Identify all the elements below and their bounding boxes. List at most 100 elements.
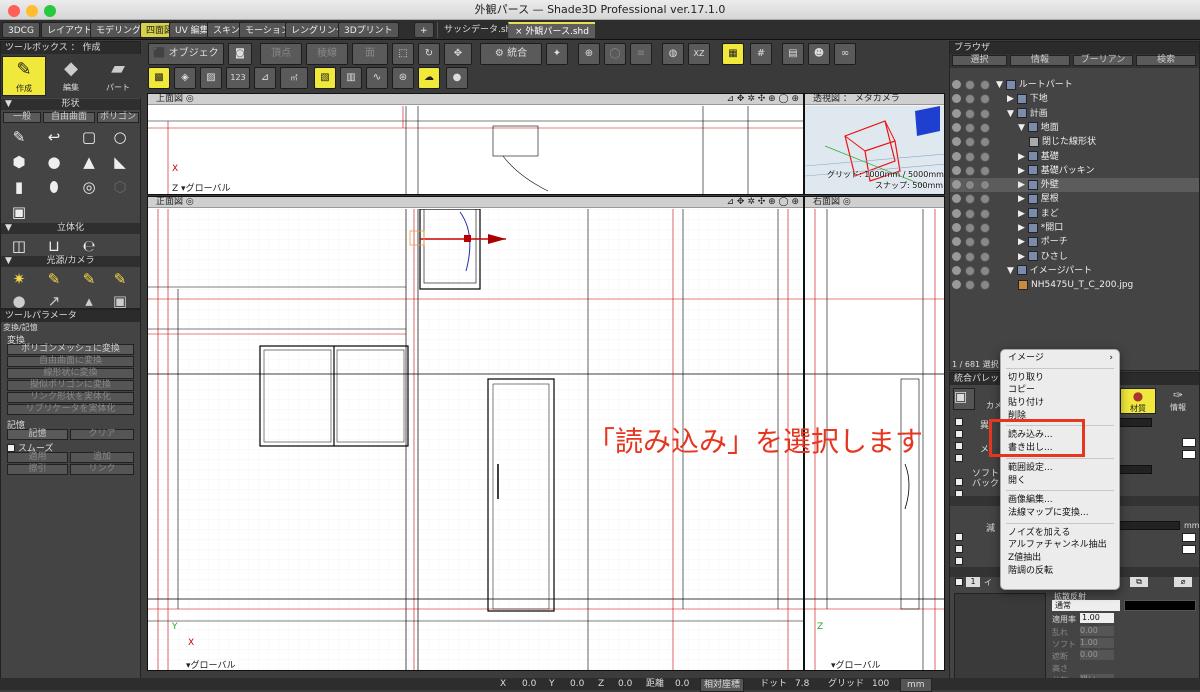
menu-item[interactable]: 画像編集... xyxy=(1001,494,1119,507)
no-image-icon[interactable]: ⌀ xyxy=(1174,577,1192,587)
layer-checkbox[interactable] xyxy=(955,578,963,586)
disclosure-icon[interactable]: ▶ xyxy=(1018,152,1028,162)
link-button[interactable]: リンク xyxy=(70,464,134,475)
wire-button[interactable]: ▩ xyxy=(148,67,170,89)
blend-color-swatch[interactable] xyxy=(1124,600,1196,611)
render-button[interactable]: ◍ xyxy=(662,43,684,65)
color-swatch-2[interactable] xyxy=(1182,450,1196,459)
visibility-icon[interactable] xyxy=(952,94,961,104)
camera-snapshot-button[interactable]: ◙ xyxy=(228,43,252,65)
ruler-button[interactable]: ⊿ xyxy=(254,67,276,89)
shape-tab-freeform[interactable]: 自由曲面 xyxy=(43,112,95,123)
doc-tab-exterior[interactable]: × 外観パース.shd xyxy=(508,22,595,38)
render-toggle-icon[interactable] xyxy=(980,122,990,133)
rect-tool-icon[interactable]: ▢ xyxy=(78,126,100,148)
lock-toggle-icon[interactable] xyxy=(965,251,975,262)
number-button[interactable]: 123 xyxy=(226,67,250,89)
menu-item[interactable]: 階調の反転 xyxy=(1001,565,1119,578)
face-mode-button[interactable]: 面 xyxy=(352,43,388,65)
render-toggle-icon[interactable] xyxy=(980,280,990,291)
shape-tab-polygon[interactable]: ポリゴン xyxy=(97,112,139,123)
tree-row[interactable]: ▶ *開口 xyxy=(950,221,1199,235)
visibility-icon[interactable] xyxy=(952,122,961,132)
render-toggle-icon[interactable] xyxy=(980,223,990,233)
vertex-mode-button[interactable]: 頂点 xyxy=(260,43,302,65)
tree-row[interactable]: ▼ 計画 xyxy=(950,107,1199,121)
menu-item[interactable]: ノイズを加える xyxy=(1001,527,1119,540)
minimize-window-icon[interactable] xyxy=(26,5,38,17)
convert-button-1[interactable]: 自由曲面に変換 xyxy=(7,356,134,367)
disclosure-icon[interactable]: ▼ xyxy=(1018,123,1028,133)
visibility-icon[interactable] xyxy=(952,137,961,147)
menu-item[interactable]: 範囲設定... xyxy=(1001,462,1119,475)
viewport-tools-icon[interactable]: ⊿ ✥ ✲ ✣ ⊕ ◯ ⊕ xyxy=(727,197,799,208)
section-shape[interactable]: ▼ 形状 xyxy=(1,99,140,110)
render-toggle-icon[interactable] xyxy=(980,94,990,105)
clear-button[interactable]: クリア xyxy=(70,429,134,440)
lock-toggle-icon[interactable] xyxy=(965,180,975,191)
render-toggle-icon[interactable] xyxy=(980,251,990,262)
area-button[interactable]: ㎡ xyxy=(280,67,308,89)
visibility-icon[interactable] xyxy=(952,108,961,118)
visibility-icon[interactable] xyxy=(952,151,961,161)
cylinder-tool-icon[interactable]: ▮ xyxy=(8,176,30,198)
move-button[interactable]: ✥ xyxy=(444,43,472,65)
disclosure-icon[interactable]: ▶ xyxy=(1018,194,1028,204)
menu-item[interactable]: 貼り付け xyxy=(1001,397,1119,410)
visibility-icon[interactable] xyxy=(952,223,961,232)
mapping-checkbox-4[interactable] xyxy=(955,454,963,462)
tree-row[interactable]: ▶ ポーチ xyxy=(950,235,1199,249)
tool-w-button[interactable]: ✦ xyxy=(546,43,568,65)
menu-item[interactable]: 開く xyxy=(1001,475,1119,488)
browser-tab-search[interactable]: 検索 xyxy=(1136,55,1196,66)
apply-rate-field[interactable]: 1.00 xyxy=(1080,613,1114,623)
edge-mode-button[interactable]: 稜線 xyxy=(306,43,348,65)
visibility-icon[interactable] xyxy=(952,251,961,261)
tree-row[interactable]: ▶ ひさし xyxy=(950,250,1199,264)
palette-tab-info[interactable]: ✑ 情報 xyxy=(1158,388,1198,414)
menu-item[interactable]: Z値抽出 xyxy=(1001,552,1119,565)
lathe-icon[interactable]: ℮ xyxy=(78,235,100,257)
xz-view-button[interactable]: XZ xyxy=(688,43,710,65)
lock-toggle-icon[interactable] xyxy=(965,280,975,291)
viewport-tools-icon[interactable]: ⊿ ✥ ✲ ✣ ⊕ ◯ ⊕ xyxy=(727,94,799,105)
point-light-icon[interactable]: ✎ xyxy=(43,268,65,290)
curve-tool-icon[interactable]: ↩ xyxy=(43,126,65,148)
revolve-icon[interactable]: ◫ xyxy=(8,235,30,257)
render-toggle-icon[interactable] xyxy=(980,265,990,276)
mapping-checkbox-1[interactable] xyxy=(955,418,963,426)
sweep-icon[interactable]: ⊔ xyxy=(43,235,65,257)
lock-toggle-icon[interactable] xyxy=(965,151,975,162)
torus-tool-icon[interactable]: ◎ xyxy=(78,176,100,198)
lock-toggle-icon[interactable] xyxy=(965,265,975,276)
palette-tab-material[interactable]: ● 材質 xyxy=(1120,388,1156,414)
tree-row[interactable]: ▶ 屋根 xyxy=(950,192,1199,206)
memory-button[interactable]: 記憶 xyxy=(7,429,68,440)
mapping-checkbox-6[interactable] xyxy=(955,533,963,541)
area-light-icon[interactable]: ✎ xyxy=(109,268,131,290)
add-button[interactable]: 追加 xyxy=(70,452,134,463)
color-swatch-4[interactable] xyxy=(1182,545,1196,554)
disclosure-icon[interactable]: ▼ xyxy=(1007,266,1017,276)
texture-button[interactable]: ▨ xyxy=(200,67,222,89)
workspace-tab-9[interactable]: + xyxy=(414,22,434,38)
convert-button-2[interactable]: 線形状に変換 xyxy=(7,368,134,379)
spot-light-icon[interactable]: ✎ xyxy=(78,268,100,290)
line-tool-icon[interactable]: ✎ xyxy=(8,126,30,148)
disclosure-icon[interactable]: ▼ xyxy=(1007,109,1017,119)
four-view-button[interactable]: ▦ xyxy=(722,43,744,65)
close-window-icon[interactable] xyxy=(8,5,20,17)
visibility-icon[interactable] xyxy=(952,237,961,247)
menu-item[interactable]: 法線マップに変換... xyxy=(1001,507,1119,520)
sun-light-icon[interactable]: ✷ xyxy=(8,268,30,290)
mode-part-button[interactable]: ▰ パート xyxy=(96,56,140,96)
blob-button[interactable]: ☁ xyxy=(418,67,440,89)
visibility-icon[interactable] xyxy=(952,165,961,175)
mode-edit-button[interactable]: ◆ 編集 xyxy=(49,56,93,96)
lock-toggle-icon[interactable] xyxy=(965,122,975,133)
color-swatch-3[interactable] xyxy=(1182,533,1196,542)
tree-row[interactable]: ▶ 基礎パッキン xyxy=(950,164,1199,178)
target-icon[interactable]: ◎ xyxy=(843,197,851,207)
menu-item[interactable]: イメージ › xyxy=(1001,352,1119,365)
shade-button[interactable]: ◈ xyxy=(174,67,196,89)
